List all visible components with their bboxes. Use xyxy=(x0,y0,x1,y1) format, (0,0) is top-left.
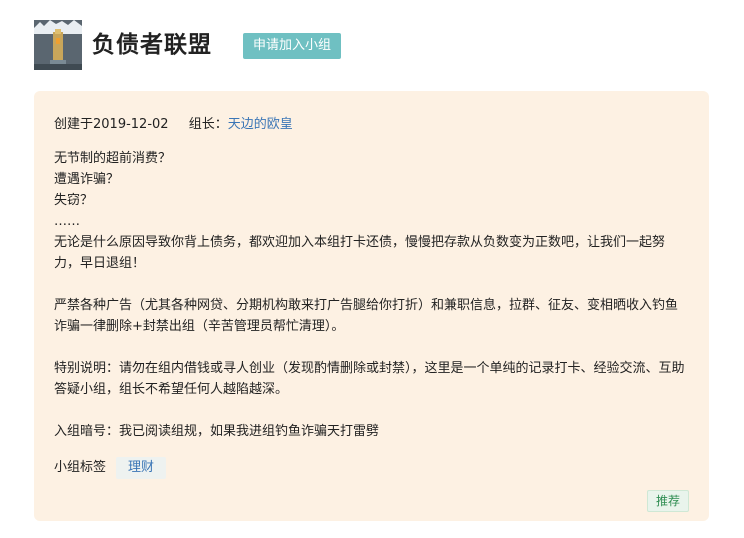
group-tags: 小组标签 理财 xyxy=(54,457,167,479)
recommend-button[interactable]: 推荐 xyxy=(646,490,689,512)
intro-line: …… xyxy=(54,214,80,229)
group-info-card: 创建于2019-12-02 组长：天边的欧皇 无节制的超前消费？ 遭遇诈骗？ 失… xyxy=(34,91,709,521)
group-intro: 无节制的超前消费？ 遭遇诈骗？ 失窃？ …… 无论是什么原因导致你背上债务，都欢… xyxy=(54,148,686,442)
created-label: 创建于 xyxy=(54,117,94,132)
intro-spacer xyxy=(54,337,686,358)
intro-line: 严禁各种广告（尤其各种网贷、分期机构敢来打广告腿给你打折）和兼职信息，拉群、征友… xyxy=(54,298,679,334)
group-meta: 创建于2019-12-02 组长：天边的欧皇 xyxy=(54,115,293,135)
intro-spacer xyxy=(54,274,686,295)
tags-label: 小组标签 xyxy=(54,460,107,475)
leader-link[interactable]: 天边的欧皇 xyxy=(228,117,293,132)
intro-spacer xyxy=(54,400,686,421)
intro-line: 失窃？ xyxy=(54,193,94,208)
join-group-button[interactable]: 申请加入小组 xyxy=(243,33,342,59)
leader-label: 组长： xyxy=(188,117,228,132)
group-avatar[interactable] xyxy=(34,20,82,70)
tag-licai[interactable]: 理财 xyxy=(116,457,167,479)
intro-line: 入组暗号：我已阅读组规，如果我进组钓鱼诈骗天打雷劈 xyxy=(54,424,380,439)
intro-line: 无论是什么原因导致你背上债务，都欢迎加入本组打卡还债，慢慢把存款从负数变为正数吧… xyxy=(54,235,666,271)
intro-line: 特别说明：请勿在组内借钱或寻人创业（发现酌情删除或封禁），这里是一个单纯的记录打… xyxy=(54,361,685,397)
intro-line: 遭遇诈骗？ xyxy=(54,172,120,187)
created-date: 2019-12-02 xyxy=(93,117,169,132)
intro-line: 无节制的超前消费？ xyxy=(54,151,172,166)
group-avatar-image xyxy=(34,20,82,70)
group-title: 负债者联盟 xyxy=(92,32,212,58)
group-header: 负债者联盟 申请加入小组 xyxy=(34,20,714,72)
